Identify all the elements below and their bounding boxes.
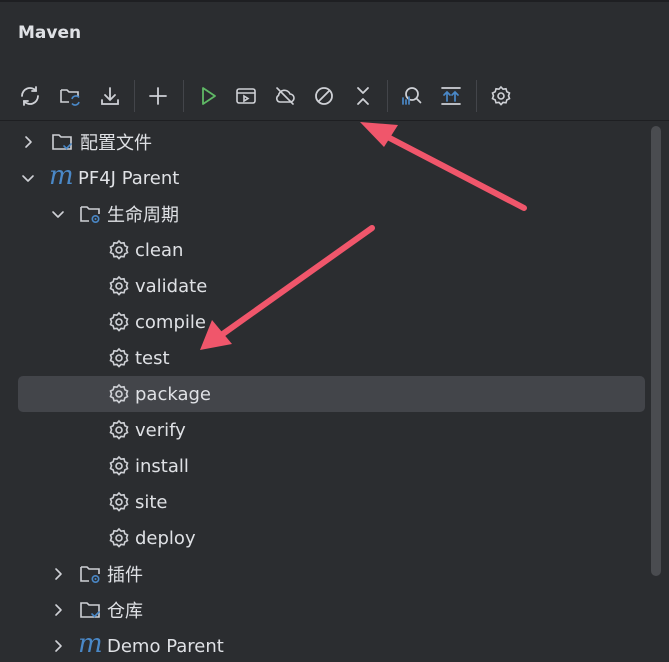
goal-label: test xyxy=(135,347,170,369)
goal-label: verify xyxy=(135,419,186,441)
tree-item-label: 插件 xyxy=(107,565,143,586)
goal-label: clean xyxy=(135,239,184,261)
run-icon[interactable] xyxy=(194,82,222,110)
tree-item-lifecycle[interactable]: 生命周期 xyxy=(18,196,645,232)
chevron-right-icon[interactable] xyxy=(50,566,66,582)
download-icon[interactable] xyxy=(96,82,124,110)
chevron-right-icon[interactable] xyxy=(50,602,66,618)
toolbar-separator xyxy=(387,80,388,112)
lifecycle-goal-deploy[interactable]: deploy xyxy=(18,520,645,556)
tree-item-label: PF4J Parent xyxy=(78,167,180,189)
folder-check-icon xyxy=(50,130,74,154)
skip-tests-icon[interactable] xyxy=(310,82,338,110)
analyze-dependencies-icon[interactable] xyxy=(397,82,425,110)
maven-project-icon: m xyxy=(78,629,103,659)
lifecycle-goal-clean[interactable]: clean xyxy=(18,232,645,268)
add-folder-sync-icon[interactable] xyxy=(56,82,84,110)
chevron-right-icon[interactable] xyxy=(50,638,66,654)
lifecycle-goal-compile[interactable]: compile xyxy=(18,304,645,340)
lifecycle-goal-verify[interactable]: verify xyxy=(18,412,645,448)
toolbar-separator xyxy=(183,80,184,112)
toolbar-separator xyxy=(476,80,477,112)
goal-label: package xyxy=(135,383,211,405)
tree-item-plugins[interactable]: 插件 xyxy=(18,556,645,592)
panel-title: Maven xyxy=(18,23,82,43)
gear-icon xyxy=(107,274,131,298)
lifecycle-goal-validate[interactable]: validate xyxy=(18,268,645,304)
folder-check-icon xyxy=(78,598,102,622)
plus-icon[interactable] xyxy=(144,82,172,110)
chevron-down-icon[interactable] xyxy=(50,206,66,222)
gear-icon xyxy=(107,490,131,514)
maven-tool-window: Maven 配置文件 m PF4J Parent 生命周期 clean vali… xyxy=(0,0,669,662)
folder-gear-icon xyxy=(78,562,102,586)
tree-item-project-pf4j-parent[interactable]: m PF4J Parent xyxy=(18,160,645,196)
chevron-down-icon[interactable] xyxy=(20,170,36,186)
chevron-right-icon[interactable] xyxy=(20,134,36,150)
toolbar-divider xyxy=(0,120,669,121)
reload-icon[interactable] xyxy=(16,82,44,110)
folder-gear-icon xyxy=(78,202,102,226)
gear-icon xyxy=(107,310,131,334)
gear-icon xyxy=(107,238,131,262)
goal-label: deploy xyxy=(135,527,196,549)
gear-icon xyxy=(107,454,131,478)
expand-all-icon[interactable] xyxy=(437,82,465,110)
tree-item-profiles[interactable]: 配置文件 xyxy=(18,124,645,160)
gear-icon xyxy=(107,526,131,550)
goal-label: validate xyxy=(135,275,208,297)
gear-icon xyxy=(107,382,131,406)
tree-item-label: 配置文件 xyxy=(80,133,152,154)
lifecycle-goal-package[interactable]: package xyxy=(18,376,645,412)
tree-item-label: 仓库 xyxy=(107,601,143,622)
run-config-icon[interactable] xyxy=(232,82,260,110)
maven-project-icon: m xyxy=(49,161,74,191)
collapse-icon[interactable] xyxy=(349,82,377,110)
lifecycle-goal-install[interactable]: install xyxy=(18,448,645,484)
settings-icon[interactable] xyxy=(487,82,515,110)
tree-item-label: Demo Parent xyxy=(107,635,224,657)
maven-toolbar xyxy=(0,74,669,118)
vertical-scrollbar[interactable] xyxy=(651,126,661,576)
goal-label: install xyxy=(135,455,189,477)
gear-icon xyxy=(107,418,131,442)
toolbar-separator xyxy=(134,80,135,112)
offline-icon[interactable] xyxy=(271,82,299,110)
tree-item-project-demo-parent[interactable]: m Demo Parent xyxy=(18,628,645,662)
goal-label: site xyxy=(135,491,168,513)
tree-item-repositories[interactable]: 仓库 xyxy=(18,592,645,628)
tree-item-label: 生命周期 xyxy=(107,205,179,226)
lifecycle-goal-test[interactable]: test xyxy=(18,340,645,376)
lifecycle-goal-site[interactable]: site xyxy=(18,484,645,520)
gear-icon xyxy=(107,346,131,370)
goal-label: compile xyxy=(135,311,206,333)
